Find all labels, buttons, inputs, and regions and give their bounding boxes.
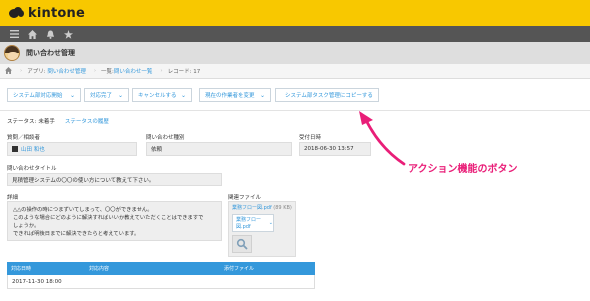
home-icon[interactable] bbox=[23, 26, 41, 42]
column-header: 対応日時 bbox=[11, 266, 32, 272]
user-icon bbox=[12, 146, 18, 152]
status-history-link[interactable]: ステータスの履歴 bbox=[65, 117, 109, 125]
chevron-down-icon: ⌄ bbox=[259, 92, 265, 99]
inquiry-type-label: 問い合わせ種別 bbox=[146, 135, 185, 141]
magnifier-icon bbox=[236, 238, 248, 250]
annotation-arrow-icon bbox=[359, 111, 406, 166]
column-header: 対応内容 bbox=[89, 266, 110, 272]
column-header: 添付ファイル bbox=[224, 266, 255, 272]
questioner-label: 質問／相談者 bbox=[7, 135, 41, 141]
action-change-assignee-button[interactable]: 現在の作業者を変更 ⌄ bbox=[199, 88, 271, 102]
app-avatar bbox=[4, 45, 20, 61]
logo-text: kintone bbox=[28, 5, 85, 21]
inquiry-title-label: 問い合わせタイトル bbox=[7, 166, 57, 172]
chevron-down-icon: ⌄ bbox=[268, 220, 273, 226]
status-line: ステータス: 未着手 ステータスの履歴 bbox=[7, 117, 109, 125]
file-card[interactable]: 業務フロー図.pdf ⌄ bbox=[232, 214, 274, 232]
file-link[interactable]: 業務フロー図.pdf bbox=[232, 205, 272, 211]
response-table: 対応日時 対応内容 添付ファイル 2017-11-30 18:00 bbox=[7, 262, 315, 289]
kintone-logo-icon bbox=[9, 7, 24, 19]
home-icon[interactable] bbox=[5, 66, 12, 76]
breadcrumb: › アプリ: 問い合わせ管理 › 一覧:問い合わせ一覧 › レコード: 17 bbox=[0, 64, 590, 79]
table-header: 対応日時 対応内容 添付ファイル bbox=[7, 262, 315, 275]
top-header: kintone bbox=[0, 0, 590, 26]
chevron-down-icon: ⌄ bbox=[117, 92, 123, 99]
inquiry-title-field: 見積管理システムの〇〇の使い方について教えて下さい。 bbox=[7, 173, 222, 186]
global-toolbar bbox=[0, 26, 590, 42]
breadcrumb-record: レコード: 17 bbox=[167, 69, 201, 75]
questioner-field: 山田 和也 bbox=[7, 142, 137, 156]
action-cancel-button[interactable]: キャンセルする ⌄ bbox=[132, 88, 192, 102]
breadcrumb-separator: › bbox=[20, 68, 23, 74]
app-title: 問い合わせ管理 bbox=[26, 49, 75, 57]
action-copy-task-button[interactable]: システム部タスク管理にコピーする bbox=[275, 88, 379, 102]
action-start-button[interactable]: システム部対応開始 ⌄ bbox=[7, 88, 81, 102]
star-icon[interactable] bbox=[59, 26, 77, 42]
inquiry-type-field: 依頼 bbox=[146, 142, 292, 156]
file-preview-thumbnail[interactable] bbox=[232, 235, 252, 253]
related-files-field: 業務フロー図.pdf (89 KB) 業務フロー図.pdf ⌄ bbox=[228, 201, 296, 257]
action-bar: システム部対応開始 ⌄ 対応完了 ⌄ キャンセルする ⌄ 現在の作業者を変更 ⌄ システ… bbox=[0, 79, 590, 111]
bell-icon[interactable] bbox=[41, 26, 59, 42]
received-date-label: 受付日時 bbox=[299, 135, 322, 141]
chevron-down-icon: ⌄ bbox=[69, 92, 75, 99]
questioner-user-link[interactable]: 山田 和也 bbox=[21, 145, 45, 153]
table-cell: 2017-11-30 18:00 bbox=[12, 278, 62, 285]
action-complete-button[interactable]: 対応完了 ⌄ bbox=[84, 88, 129, 102]
breadcrumb-separator: › bbox=[93, 68, 97, 74]
breadcrumb-app[interactable]: アプリ: 問い合わせ管理 bbox=[27, 67, 86, 75]
file-size: (89 KB) bbox=[273, 205, 292, 211]
table-row: 2017-11-30 18:00 bbox=[7, 275, 315, 289]
chevron-down-icon: ⌄ bbox=[180, 92, 186, 99]
breadcrumb-list[interactable]: 一覧:問い合わせ一覧 bbox=[101, 67, 152, 75]
breadcrumb-separator: › bbox=[160, 68, 163, 74]
status-value: 未着手 bbox=[38, 119, 55, 125]
menu-icon[interactable] bbox=[5, 26, 23, 42]
detail-field: △△の操作の時につまずいてしまって、〇〇ができません。 このような場合にどのよう… bbox=[7, 201, 222, 241]
app-title-bar: 問い合わせ管理 bbox=[0, 42, 590, 64]
related-files-label: 関連ファイル bbox=[228, 195, 262, 201]
detail-label: 詳細 bbox=[7, 195, 19, 201]
annotation-text: アクション機能のボタン bbox=[408, 164, 518, 175]
